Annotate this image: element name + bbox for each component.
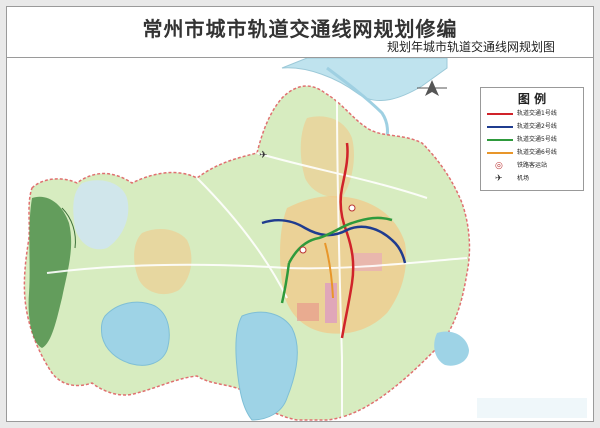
legend-label: 铁路客运站 — [517, 162, 548, 169]
map-subtitle: 规划年城市轨道交通线网规划图 — [386, 40, 555, 54]
line-5-swatch — [487, 139, 513, 141]
legend-item-line-2: 轨道交通2号线 — [487, 121, 583, 133]
urban-west — [134, 228, 192, 295]
legend-item-line-6: 轨道交通6号线 — [487, 147, 583, 159]
legend: 图 例 轨道交通1号线 轨道交通2号线 轨道交通5号线 轨道交通6号线 ◎ 铁路… — [480, 87, 584, 191]
airport-icon: ✈ — [495, 174, 503, 184]
airport-marker: ✈ — [259, 150, 267, 161]
line-1-swatch — [487, 113, 513, 115]
line-2-swatch — [487, 126, 513, 128]
legend-title: 图 例 — [517, 92, 547, 106]
legend-item-airport: ✈ 机场 — [487, 173, 583, 185]
legend-item-line-5: 轨道交通5号线 — [487, 134, 583, 146]
legend-label: 轨道交通5号线 — [517, 136, 557, 143]
legend-item-line-1: 轨道交通1号线 — [487, 108, 583, 120]
legend-label: 轨道交通6号线 — [517, 149, 557, 156]
legend-label: 机场 — [517, 175, 530, 182]
map-sheet: 常州市城市轨道交通线网规划修编 规划年城市轨道交通线网规划图 ✈ 图 例 轨道交… — [6, 6, 594, 422]
legend-label: 轨道交通2号线 — [517, 123, 557, 130]
title-block: 常州市城市轨道交通线网规划修编 规划年城市轨道交通线网规划图 — [7, 7, 593, 58]
railway-station-icon: ◎ — [495, 161, 503, 171]
industrial-zone — [325, 283, 337, 323]
svg-text:✈: ✈ — [259, 150, 267, 161]
legend-label: 轨道交通1号线 — [517, 110, 557, 117]
line-6-swatch — [487, 152, 513, 154]
legend-item-railway-station: ◎ 铁路客运站 — [487, 160, 583, 172]
